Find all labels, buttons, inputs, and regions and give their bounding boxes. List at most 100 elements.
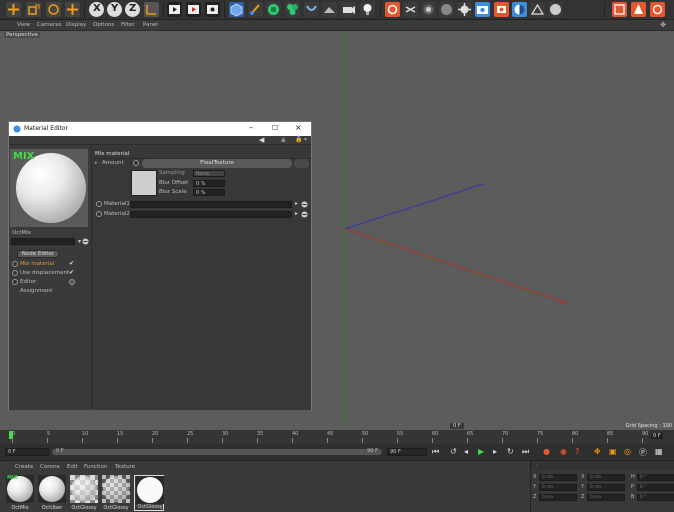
coord-value-field[interactable]: 0 cm [587, 484, 625, 491]
coord-value-field[interactable]: 0 cm [539, 494, 577, 501]
prev-key-icon[interactable]: ↺ [450, 447, 457, 456]
octane-sky-icon[interactable] [530, 2, 545, 17]
coord-value-field[interactable]: 0 cm [587, 474, 625, 481]
material2-link-field[interactable] [130, 211, 292, 218]
coord-value-field[interactable]: 0 ° [637, 474, 674, 481]
menu-function[interactable]: Function [84, 464, 107, 470]
go-start-icon[interactable]: ⏮ [432, 447, 439, 457]
menu-cameras[interactable]: Cameras [37, 22, 61, 28]
scale-icon[interactable] [26, 2, 41, 17]
texture-options-button[interactable] [294, 159, 309, 168]
menu-texture[interactable]: Texture [115, 464, 135, 470]
z-axis-icon[interactable]: Z [125, 2, 140, 17]
material-name[interactable]: OctMix [12, 230, 31, 236]
material-swatch[interactable]: OctGlossy [69, 475, 99, 511]
layout-icon[interactable] [612, 2, 627, 17]
lock-icon[interactable]: 🔒 [295, 136, 302, 143]
cube-icon[interactable] [229, 2, 244, 17]
viewport-nav-icon[interactable]: ✥ [660, 21, 666, 29]
material2-keyframe-icon[interactable] [96, 211, 102, 217]
blur-scale-field[interactable]: 0 % [193, 189, 225, 196]
node-editor-button[interactable]: Node Editor [17, 250, 59, 258]
float-texture-button[interactable]: FloatTexture [142, 159, 292, 168]
back-arrow-icon[interactable]: ◀ [259, 136, 264, 144]
coord-system-icon[interactable] [144, 2, 159, 17]
material-swatch-selected[interactable]: OctGlossy [134, 475, 164, 511]
octane-live-icon[interactable] [403, 2, 418, 17]
octane-icon[interactable] [385, 2, 400, 17]
coord-value-field[interactable]: 0 cm [587, 494, 625, 501]
sphere-icon[interactable] [548, 2, 563, 17]
coord-value-field[interactable]: 0 cm [539, 484, 577, 491]
subdivision-icon[interactable] [266, 2, 281, 17]
menu-create[interactable]: Create [15, 464, 33, 470]
render-picture-viewer-icon[interactable] [186, 2, 201, 17]
material-swatch[interactable]: OctUber [37, 475, 67, 511]
key-scale-icon[interactable]: ▣ [609, 447, 617, 456]
go-end-icon[interactable]: ⏭ [522, 447, 529, 457]
channel-use-displacement[interactable]: Use displacement ✔ [11, 269, 83, 278]
autokey-icon[interactable]: ◉ [560, 447, 567, 456]
up-arrow-icon[interactable]: ▲ [281, 136, 286, 143]
octane-tonemap-icon[interactable] [512, 2, 527, 17]
material2-picker-icon[interactable] [301, 211, 308, 218]
key-pla-icon[interactable]: ▦ [655, 447, 663, 456]
key-position-icon[interactable]: ✥ [594, 447, 601, 456]
material1-dropdown-icon[interactable]: ▸ [295, 200, 298, 207]
blur-offset-field[interactable]: 0 % [193, 180, 225, 187]
expand-arrow-icon[interactable]: ▸ [95, 160, 98, 166]
keyframe-selection-icon[interactable]: ? [575, 447, 579, 456]
material1-link-field[interactable] [130, 201, 292, 208]
menu-panel[interactable]: Panel [143, 22, 158, 28]
camera-icon[interactable] [341, 2, 356, 17]
range-slider[interactable]: 0 F 90 F [52, 448, 382, 455]
render-settings-icon[interactable] [205, 2, 220, 17]
more-icon[interactable]: ▾ [304, 136, 307, 143]
rotate-icon[interactable] [46, 2, 61, 17]
texture-preview[interactable] [131, 170, 157, 196]
next-key-icon[interactable]: ↻ [507, 447, 514, 456]
checkbox-checked-icon[interactable]: ✔ [69, 260, 74, 267]
sampling-select[interactable]: None [193, 170, 225, 177]
material-swatch[interactable]: MIX OctMix [5, 475, 35, 511]
maximize-icon[interactable]: ☐ [272, 124, 278, 132]
octane-settings-icon[interactable] [421, 2, 436, 17]
max-frame-field[interactable]: 90 F [387, 448, 427, 456]
play-icon[interactable]: ▶ [478, 447, 484, 456]
material2-dropdown-icon[interactable]: ▸ [295, 210, 298, 217]
amount-keyframe-icon[interactable] [133, 160, 139, 166]
channel-assignment[interactable]: Assignment [11, 288, 83, 296]
key-rotation-icon[interactable]: ◎ [624, 447, 631, 456]
coord-value-field[interactable]: 0 ° [637, 484, 674, 491]
coord-value-field[interactable]: 0 ° [637, 494, 674, 501]
scene-icon[interactable] [322, 2, 337, 17]
material-editor-titlebar[interactable]: Material Editor – ☐ × [9, 122, 311, 136]
octane-material-icon[interactable] [439, 2, 454, 17]
light-icon[interactable] [360, 2, 375, 17]
material1-picker-icon[interactable] [301, 201, 308, 208]
material-swatch[interactable]: OctGlossy [101, 475, 131, 511]
octane-light-icon[interactable] [494, 2, 509, 17]
deformer-icon[interactable] [304, 2, 319, 17]
render-view-icon[interactable] [167, 2, 182, 17]
octane-object-icon[interactable] [457, 2, 472, 17]
material-name-field[interactable] [11, 238, 75, 245]
material-link-icon[interactable] [82, 238, 89, 245]
cloner-icon[interactable] [285, 2, 300, 17]
checkbox-checked-icon[interactable]: ✔ [69, 269, 74, 276]
move-icon[interactable] [6, 2, 21, 17]
coord-value-field[interactable]: 0 cm [539, 474, 577, 481]
timeline-ruler[interactable]: 0 5 10 15 20 25 30 35 40 45 50 55 60 65 70 75 80 85 90 [0, 430, 648, 444]
menu-filter[interactable]: Filter [121, 22, 135, 28]
x-axis-icon[interactable]: X [89, 2, 104, 17]
dropdown-arrow-icon[interactable]: ▾ [78, 238, 81, 245]
channel-editor[interactable]: Editor [11, 279, 83, 287]
menu-options[interactable]: Options [93, 22, 114, 28]
octane-camera-icon[interactable] [475, 2, 490, 17]
menu-corona[interactable]: Corona [40, 464, 60, 470]
menu-display[interactable]: Display [66, 22, 86, 28]
material1-keyframe-icon[interactable] [96, 201, 102, 207]
record-icon[interactable]: ● [543, 447, 550, 456]
minimize-icon[interactable]: – [249, 123, 253, 132]
channel-mix-material[interactable]: Mix material ✔ [11, 260, 83, 269]
